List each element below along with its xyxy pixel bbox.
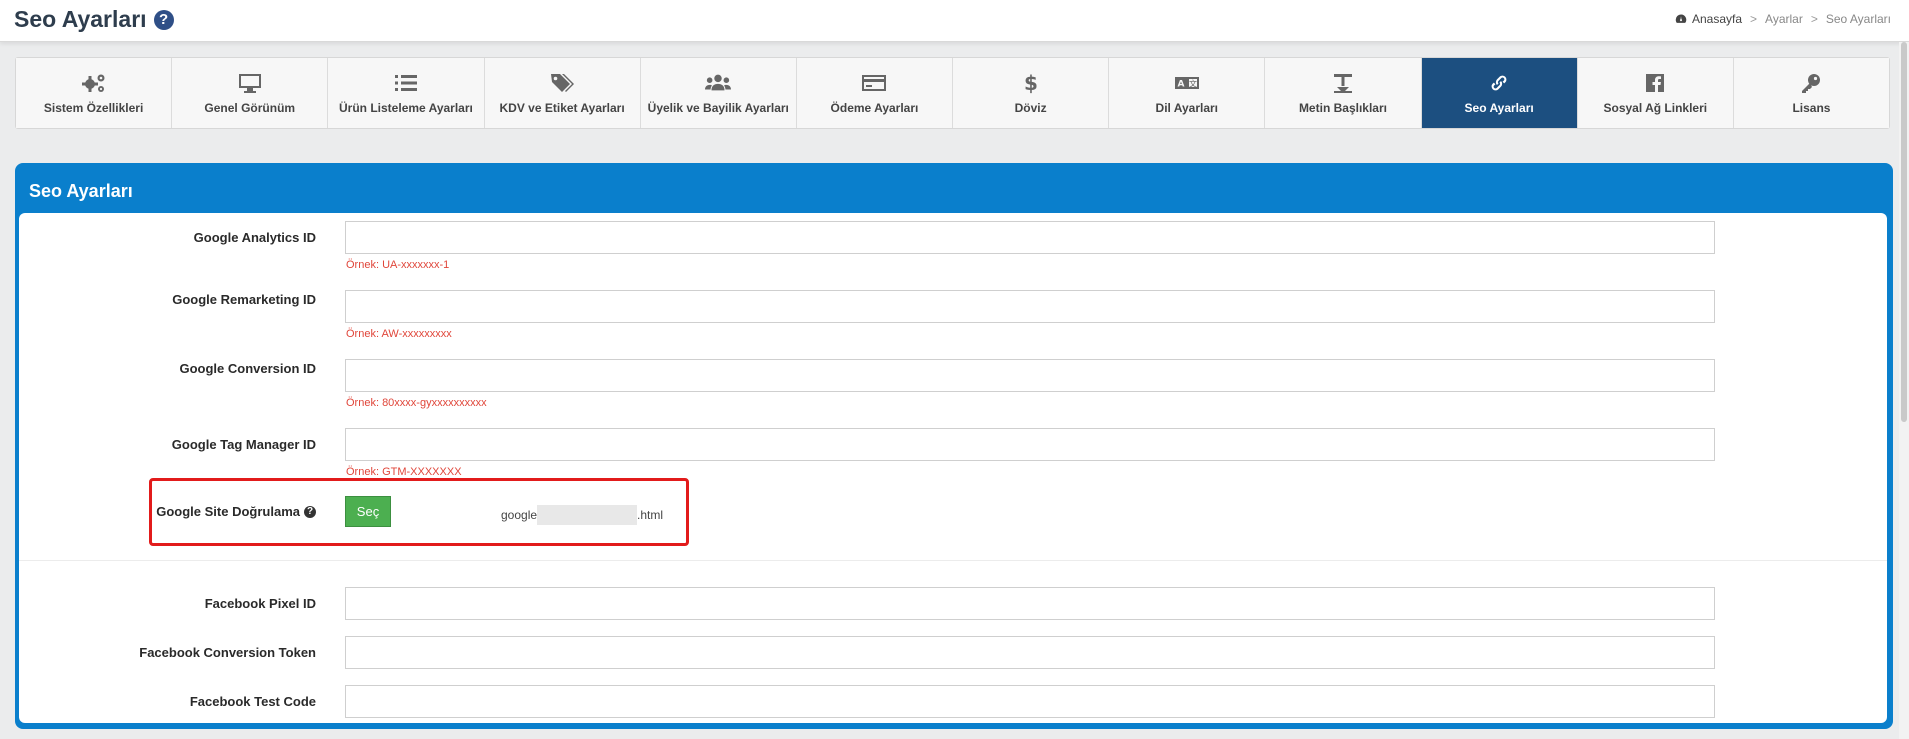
page-title-text: Seo Ayarları bbox=[14, 6, 147, 32]
breadcrumb-current: Seo Ayarları bbox=[1825, 12, 1891, 26]
tab-kdv-etiket[interactable]: KDV ve Etiket Ayarları bbox=[484, 58, 641, 128]
site-verify-label-text: Google Site Doğrulama bbox=[156, 504, 300, 519]
conversion-label: Google Conversion ID bbox=[179, 361, 316, 376]
scrollbar-thumb[interactable] bbox=[1901, 42, 1907, 422]
language-icon: A文 bbox=[1174, 77, 1199, 90]
tab-label: Ürün Listeleme Ayarları bbox=[339, 101, 473, 115]
remarketing-id-input[interactable] bbox=[345, 290, 1715, 323]
tab-dil[interactable]: A文 Dil Ayarları bbox=[1109, 58, 1266, 128]
top-header: Seo Ayarları ? Anasayfa > Ayarlar > Seo … bbox=[0, 0, 1909, 42]
redacted-filename bbox=[537, 505, 638, 525]
tab-label: Dil Ayarları bbox=[1155, 101, 1219, 115]
users-icon bbox=[705, 74, 732, 91]
file-suffix: .html bbox=[637, 508, 664, 522]
fb-test-label: Facebook Test Code bbox=[189, 694, 316, 709]
question-circle-icon[interactable]: ? bbox=[153, 9, 174, 30]
verification-file-name: google .html bbox=[501, 505, 663, 525]
dashboard-icon bbox=[1675, 14, 1687, 23]
tagmanager-hint: Örnek: GTM-XXXXXXX bbox=[346, 466, 462, 478]
tab-seo-ayarlari[interactable]: Seo Ayarları bbox=[1421, 58, 1578, 128]
tab-urun-listeleme[interactable]: Ürün Listeleme Ayarları bbox=[328, 58, 485, 128]
breadcrumb-separator: > bbox=[1750, 12, 1758, 26]
tab-sosyal-ag[interactable]: Sosyal Ağ Linkleri bbox=[1577, 58, 1734, 128]
tab-label: Lisans bbox=[1792, 101, 1831, 115]
tab-label: Sistem Özellikleri bbox=[43, 101, 144, 115]
select-file-button[interactable]: Seç bbox=[345, 496, 391, 527]
seo-settings-panel: Seo Ayarları Google Analytics ID Örnek: … bbox=[15, 163, 1893, 729]
tab-label: Genel Görünüm bbox=[204, 101, 296, 115]
tab-doviz[interactable]: $ Döviz bbox=[953, 58, 1110, 128]
file-prefix: google bbox=[501, 508, 538, 522]
section-divider bbox=[19, 560, 1887, 561]
breadcrumb-home-label: Anasayfa bbox=[1691, 12, 1743, 26]
page-title: Seo Ayarları ? bbox=[14, 6, 174, 33]
breadcrumb-separator: > bbox=[1810, 12, 1818, 26]
tab-metin-basliklari[interactable]: Metin Başlıkları bbox=[1265, 58, 1422, 128]
dollar-icon: $ bbox=[1024, 72, 1038, 94]
analytics-id-input[interactable] bbox=[345, 221, 1715, 254]
facebook-icon bbox=[1646, 74, 1665, 92]
remarketing-hint: Örnek: AW-xxxxxxxxx bbox=[346, 328, 452, 340]
tab-label: Seo Ayarları bbox=[1464, 101, 1534, 115]
site-verify-label: Google Site Doğrulama ? bbox=[156, 504, 316, 519]
tab-odeme[interactable]: Ödeme Ayarları bbox=[796, 58, 954, 128]
svg-text:A: A bbox=[1177, 80, 1184, 90]
conversion-id-input[interactable] bbox=[345, 359, 1715, 392]
tagmanager-label: Google Tag Manager ID bbox=[171, 437, 316, 452]
fb-token-label: Facebook Conversion Token bbox=[139, 645, 316, 660]
tab-label: Metin Başlıkları bbox=[1298, 101, 1387, 115]
credit-card-icon bbox=[862, 75, 887, 91]
monitor-icon bbox=[238, 74, 261, 93]
tab-label: Döviz bbox=[1014, 101, 1047, 115]
list-icon bbox=[394, 75, 417, 91]
facebook-pixel-id-input[interactable] bbox=[345, 587, 1715, 620]
link-icon bbox=[1491, 75, 1507, 91]
tab-lisans[interactable]: Lisans bbox=[1733, 58, 1890, 128]
settings-tabs: Sistem Özellikleri Genel Görünüm Ürün Li… bbox=[15, 57, 1890, 129]
conversion-hint: Örnek: 80xxxx-gyxxxxxxxxxx bbox=[346, 397, 487, 409]
svg-text:$: $ bbox=[1024, 72, 1038, 94]
tab-genel-gorunum[interactable]: Genel Görünüm bbox=[172, 58, 329, 128]
panel-body: Google Analytics ID Örnek: UA-xxxxxxx-1 … bbox=[19, 213, 1887, 723]
facebook-test-code-input[interactable] bbox=[345, 685, 1715, 718]
tab-sistem-ozellikleri[interactable]: Sistem Özellikleri bbox=[16, 58, 173, 128]
svg-text:文: 文 bbox=[1189, 79, 1197, 89]
key-icon bbox=[1802, 74, 1821, 93]
tab-label: Sosyal Ağ Linkleri bbox=[1603, 101, 1708, 115]
gears-icon bbox=[81, 74, 105, 92]
tags-icon bbox=[551, 74, 575, 92]
fb-pixel-label: Facebook Pixel ID bbox=[204, 596, 316, 611]
page-scrollbar[interactable] bbox=[1899, 42, 1909, 739]
breadcrumb: Anasayfa > Ayarlar > Seo Ayarları bbox=[1675, 12, 1891, 26]
panel-title: Seo Ayarları bbox=[29, 181, 133, 201]
analytics-label: Google Analytics ID bbox=[193, 230, 316, 245]
breadcrumb-home[interactable]: Anasayfa bbox=[1675, 12, 1742, 26]
question-circle-icon[interactable]: ? bbox=[304, 505, 316, 518]
breadcrumb-ayarlar[interactable]: Ayarlar bbox=[1765, 12, 1803, 26]
facebook-conversion-token-input[interactable] bbox=[345, 636, 1715, 669]
tab-label: Ödeme Ayarları bbox=[830, 101, 919, 115]
tab-uyelik-bayilik[interactable]: Üyelik ve Bayilik Ayarları bbox=[640, 58, 797, 128]
remarketing-label: Google Remarketing ID bbox=[172, 292, 316, 307]
tab-label: Üyelik ve Bayilik Ayarları bbox=[647, 101, 789, 115]
tag-manager-id-input[interactable] bbox=[345, 428, 1715, 461]
text-height-icon bbox=[1333, 74, 1352, 93]
tab-label: KDV ve Etiket Ayarları bbox=[499, 101, 625, 115]
analytics-hint: Örnek: UA-xxxxxxx-1 bbox=[346, 259, 450, 271]
